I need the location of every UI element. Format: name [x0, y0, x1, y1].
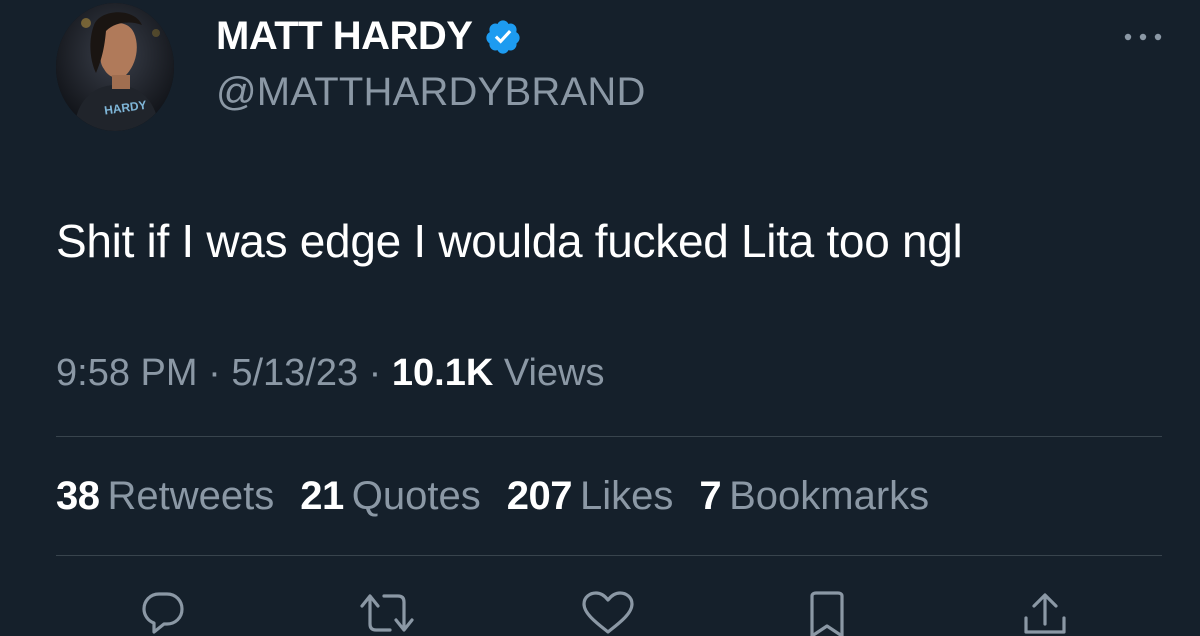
heart-icon[interactable] — [580, 590, 636, 636]
retweets-count: 38 — [56, 474, 100, 518]
tweet-time[interactable]: 9:58 PM — [56, 352, 198, 395]
tweet-text: Shit if I was edge I woulda fucked Lita … — [56, 215, 963, 267]
bookmark-icon[interactable] — [804, 590, 850, 636]
likes-label: Likes — [579, 474, 674, 518]
tweet-detail: HARDY MATT HARDY @MATTHARDYBRAND Shit if… — [0, 0, 1200, 636]
bookmarks-count: 7 — [699, 474, 722, 518]
retweets-label: Retweets — [107, 474, 275, 518]
retweets-stat[interactable]: 38 Retweets — [56, 474, 274, 519]
avatar-image: HARDY — [56, 3, 174, 131]
handle[interactable]: @MATTHARDYBRAND — [216, 70, 646, 115]
display-name[interactable]: MATT HARDY — [216, 14, 473, 59]
divider — [56, 555, 1162, 556]
author-name-row: MATT HARDY — [216, 14, 522, 59]
tweet-date[interactable]: 5/13/23 — [231, 352, 358, 395]
meta-separator: · — [197, 352, 232, 394]
meta-separator: · — [358, 352, 392, 394]
more-options-icon[interactable] — [1122, 28, 1164, 46]
retweet-icon[interactable] — [356, 590, 418, 636]
share-icon[interactable] — [1020, 590, 1070, 636]
avatar[interactable]: HARDY — [56, 3, 174, 131]
views-label: Views — [493, 352, 605, 394]
action-bar — [0, 590, 1200, 636]
quotes-label: Quotes — [351, 474, 481, 518]
engagement-stats: 38 Retweets 21 Quotes 207 Likes 7 Bookmarks — [56, 474, 929, 519]
reply-icon[interactable] — [140, 590, 186, 636]
verified-badge-icon — [484, 18, 522, 56]
quotes-count: 21 — [300, 474, 344, 518]
quotes-stat[interactable]: 21 Quotes — [300, 474, 480, 519]
views-count: 10.1K — [391, 352, 494, 394]
likes-count: 207 — [506, 474, 573, 518]
bookmarks-label: Bookmarks — [729, 474, 930, 518]
tweet-meta: 9:58 PM · 5/13/23 · 10.1K Views — [56, 352, 605, 395]
divider — [56, 436, 1162, 437]
likes-stat[interactable]: 207 Likes — [507, 474, 674, 519]
bookmarks-stat[interactable]: 7 Bookmarks — [699, 474, 929, 519]
